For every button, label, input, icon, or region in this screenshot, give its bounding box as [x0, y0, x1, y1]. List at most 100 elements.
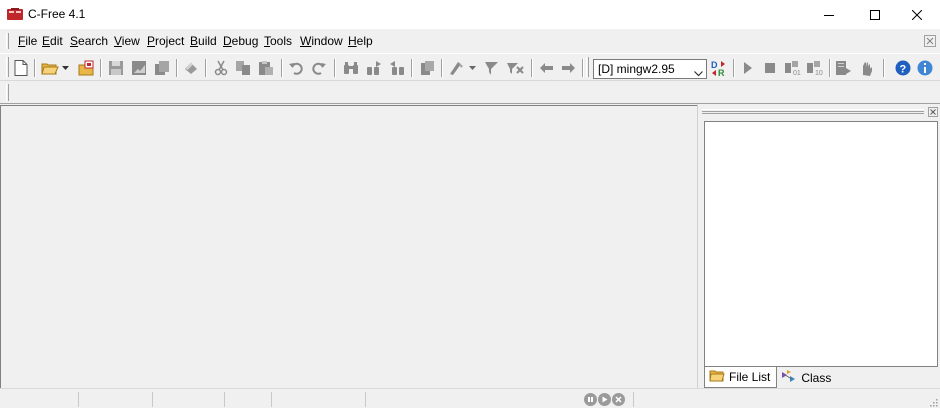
menu-build-label: uild [198, 34, 217, 48]
step-over-icon[interactable]: 10 [805, 58, 825, 78]
menu-window-accel: W [300, 34, 312, 48]
open-dropdown-icon[interactable] [60, 58, 70, 78]
menu-view-label: iew [121, 34, 140, 48]
find-previous-icon[interactable] [387, 58, 407, 78]
close-button[interactable] [894, 0, 940, 29]
menu-project-accel: P [147, 34, 156, 48]
menu-search-label: earch [78, 34, 109, 48]
secondary-toolbar [0, 81, 940, 104]
pause-status-icon[interactable] [584, 393, 597, 406]
menu-view-accel: V [114, 34, 122, 48]
status-divider [365, 392, 366, 407]
info-icon[interactable] [915, 58, 935, 78]
stop-status-icon[interactable] [612, 393, 625, 406]
print-icon[interactable] [181, 58, 201, 78]
breakpoint-icon[interactable] [857, 58, 877, 78]
menu-help[interactable]: Help [348, 34, 373, 48]
forward-icon[interactable] [558, 58, 578, 78]
app-logo-icon [7, 8, 23, 20]
save-all-icon[interactable] [129, 58, 149, 78]
save-icon[interactable] [106, 58, 126, 78]
menu-view[interactable]: View [114, 34, 140, 48]
dock-close-icon[interactable] [928, 106, 938, 117]
build-icon[interactable] [447, 58, 467, 78]
replace-icon[interactable] [417, 58, 437, 78]
status-divider [633, 392, 634, 407]
bookmark-icon[interactable] [482, 58, 502, 78]
toolbar-separator [441, 59, 443, 77]
menu-debug[interactable]: Debug [223, 34, 258, 48]
menu-debug-accel: D [223, 34, 232, 48]
clear-bookmarks-icon[interactable] [505, 58, 525, 78]
file-list-dock: File List Class [697, 104, 940, 388]
menu-project[interactable]: Project [147, 34, 184, 48]
menu-edit-accel: E [42, 34, 51, 48]
help-icon[interactable]: ? [893, 58, 913, 78]
minimize-button[interactable] [806, 0, 852, 29]
debug-release-icon[interactable]: DR [709, 58, 729, 78]
toolbar-separator [531, 59, 533, 77]
redo-icon[interactable] [309, 58, 329, 78]
paste-icon[interactable] [256, 58, 276, 78]
find-next-icon[interactable] [364, 58, 384, 78]
menu-debug-label: ebug [231, 34, 259, 48]
stop-icon[interactable] [760, 58, 780, 78]
toolbar-separator [829, 59, 831, 77]
tab-file-list[interactable]: File List [704, 367, 778, 388]
toolbar-grip[interactable] [586, 57, 589, 77]
undo-icon[interactable] [286, 58, 306, 78]
window-title: C-Free 4.1 [28, 7, 86, 21]
watch-icon[interactable] [834, 58, 854, 78]
toolbar-separator [883, 59, 885, 77]
open-folder-icon[interactable] [40, 58, 60, 78]
menu-search-accel: S [70, 34, 79, 48]
compiler-select[interactable]: [D] mingw2.95 [593, 59, 707, 79]
toolbar-grip[interactable] [6, 57, 9, 77]
run-icon[interactable] [738, 58, 758, 78]
status-bar [0, 388, 940, 408]
title-bar[interactable]: C-Free 4.1 [0, 0, 940, 29]
new-file-icon[interactable] [11, 58, 31, 78]
svg-text:01: 01 [793, 70, 801, 76]
menu-window[interactable]: Window [300, 34, 343, 48]
play-status-icon[interactable] [598, 393, 611, 406]
menu-build[interactable]: Build [190, 34, 217, 48]
close-file-icon[interactable] [152, 58, 172, 78]
svg-text:D: D [711, 60, 718, 70]
mdi-close-icon[interactable] [924, 35, 936, 47]
tab-class[interactable]: Class [777, 367, 837, 388]
open-project-icon[interactable] [76, 58, 96, 78]
find-icon[interactable] [341, 58, 361, 78]
menu-tools[interactable]: Tools [264, 34, 292, 48]
maximize-button[interactable] [852, 0, 898, 29]
class-icon [781, 369, 801, 386]
status-divider [152, 392, 153, 407]
back-icon[interactable] [537, 58, 557, 78]
menubar-grip[interactable] [6, 33, 9, 49]
toolbar-grip[interactable] [6, 84, 9, 101]
toolbar-separator [334, 59, 336, 77]
menu-file[interactable]: File [18, 34, 37, 48]
menu-edit-label: dit [50, 34, 63, 48]
maximize-icon [870, 9, 880, 20]
toolbar-separator [733, 59, 735, 77]
menu-edit[interactable]: Edit [42, 34, 63, 48]
copy-icon[interactable] [233, 58, 253, 78]
file-list-pane[interactable] [704, 121, 938, 367]
menu-file-label: ile [25, 34, 38, 48]
svg-text:R: R [718, 68, 725, 77]
menu-build-accel: B [190, 34, 199, 48]
dock-grip[interactable] [702, 109, 924, 114]
toolbar-separator [281, 59, 283, 77]
menu-window-label: indow [311, 34, 343, 48]
step-icon[interactable]: 01 [783, 58, 803, 78]
run-dropdown-icon[interactable] [467, 58, 477, 78]
editor-area[interactable] [0, 105, 697, 388]
cut-icon[interactable] [211, 58, 231, 78]
menu-project-label: roject [155, 34, 185, 48]
resize-grip-icon[interactable] [928, 396, 938, 407]
toolbar-separator [34, 59, 36, 77]
menu-search[interactable]: Search [70, 34, 108, 48]
toolbar-separator [176, 59, 178, 77]
main-toolbar: [D] mingw2.95 DR 01 10 ? [0, 53, 940, 81]
